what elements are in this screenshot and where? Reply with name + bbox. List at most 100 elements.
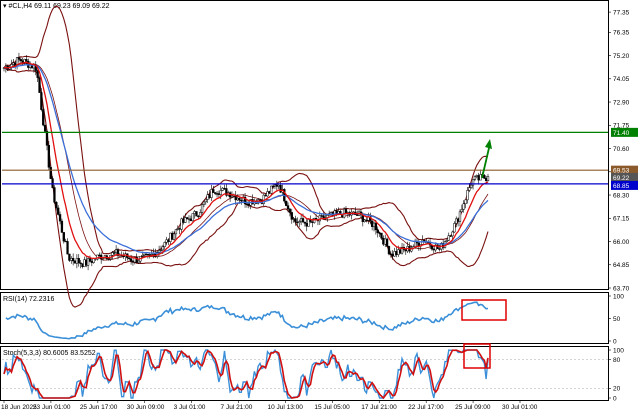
candle xyxy=(277,184,280,187)
candle xyxy=(51,178,54,188)
candle xyxy=(298,221,301,224)
candle xyxy=(380,232,383,239)
candle xyxy=(356,214,359,216)
candle xyxy=(98,254,101,257)
candle xyxy=(70,258,73,261)
candle xyxy=(464,199,467,205)
time-tick-label: 25 Jun 17:00 xyxy=(80,404,118,411)
candle xyxy=(19,59,22,62)
candle xyxy=(404,249,407,252)
candle xyxy=(157,250,161,253)
rsi-tick-label: 100 xyxy=(613,293,624,300)
time-tick-label: 15 Jul 05:00 xyxy=(314,404,350,411)
candle xyxy=(223,187,226,190)
candle xyxy=(141,255,144,257)
candle xyxy=(311,221,314,223)
candle xyxy=(38,77,41,93)
candle xyxy=(470,184,473,188)
candle xyxy=(45,131,49,146)
time-tick-label: 22 Jul 17:00 xyxy=(408,404,444,411)
candle xyxy=(395,251,398,256)
candle xyxy=(483,174,486,179)
candle xyxy=(438,248,441,250)
candle xyxy=(68,253,71,261)
candle xyxy=(273,184,277,187)
candle xyxy=(77,258,80,264)
candle xyxy=(185,217,189,220)
candle xyxy=(131,260,135,263)
candle xyxy=(40,92,43,110)
candle xyxy=(182,218,185,223)
candle xyxy=(245,203,249,205)
time-tick-label: 17 Jul 21:00 xyxy=(361,404,397,411)
candle xyxy=(290,212,293,220)
candle xyxy=(393,251,396,257)
candle xyxy=(81,263,84,267)
time-tick-label: 18 Jun 2025 xyxy=(1,404,37,411)
level-price-label: 69.22 xyxy=(613,175,630,182)
candle xyxy=(43,124,47,132)
price-tick-label: 74.05 xyxy=(613,76,630,83)
stoch-tick-label: 0 xyxy=(613,395,617,402)
candle xyxy=(83,259,86,267)
candle xyxy=(200,204,204,213)
candle xyxy=(113,252,116,254)
time-tick-label: 23 Jun 01:00 xyxy=(33,404,71,411)
candle xyxy=(114,249,118,253)
candle xyxy=(169,232,172,243)
candle xyxy=(184,217,187,223)
price-tick-label: 77.35 xyxy=(613,9,630,16)
rsi-tick-label: 0 xyxy=(613,338,617,345)
price-chart[interactable]: ▾ #CL,H4 69.11 69.23 69.09 69.22 RSI(14)… xyxy=(0,0,640,412)
price-tick-label: 68.30 xyxy=(613,192,630,199)
candle xyxy=(180,218,183,230)
candle xyxy=(382,238,385,245)
candle xyxy=(206,194,209,200)
candle xyxy=(191,213,194,222)
candle xyxy=(299,218,303,222)
candle xyxy=(279,184,282,193)
candle xyxy=(344,208,348,214)
candle xyxy=(161,246,164,251)
candle xyxy=(17,57,21,60)
candle xyxy=(53,187,56,203)
candle xyxy=(479,174,482,181)
candle xyxy=(64,240,67,243)
time-tick-label: 10 Jul 13:00 xyxy=(267,404,303,411)
candle xyxy=(195,211,198,217)
candle xyxy=(174,229,178,235)
candle xyxy=(212,189,215,193)
candle xyxy=(107,258,110,260)
price-tick-label: 70.60 xyxy=(613,146,630,153)
candle xyxy=(271,185,275,188)
candle xyxy=(264,194,267,197)
candle xyxy=(208,194,211,198)
candle xyxy=(55,202,58,209)
candle xyxy=(90,261,93,263)
candle xyxy=(187,218,191,220)
time-tick-label: 3 Jul 01:00 xyxy=(174,404,206,411)
candle xyxy=(447,235,450,241)
candle xyxy=(193,211,196,214)
rsi-tick-label: 50 xyxy=(613,316,621,323)
candle xyxy=(460,209,463,213)
candle xyxy=(389,253,392,255)
candle xyxy=(378,232,381,234)
time-tick-label: 7 Jul 21:00 xyxy=(221,404,253,411)
candle xyxy=(484,178,488,181)
candle xyxy=(129,258,133,262)
candle xyxy=(36,70,39,78)
candle xyxy=(466,190,469,201)
price-tick-label: 63.70 xyxy=(613,285,630,292)
rsi-header: RSI(14) 72.2316 xyxy=(3,296,54,303)
candle xyxy=(238,197,241,201)
candle xyxy=(397,249,400,256)
candle xyxy=(335,210,338,214)
candle xyxy=(137,260,140,263)
price-tick-label: 66.00 xyxy=(613,239,630,246)
candle xyxy=(79,262,82,264)
candle xyxy=(303,221,307,224)
stoch-tick-label: 20 xyxy=(613,386,621,393)
candle xyxy=(247,203,250,206)
candle xyxy=(296,221,299,224)
